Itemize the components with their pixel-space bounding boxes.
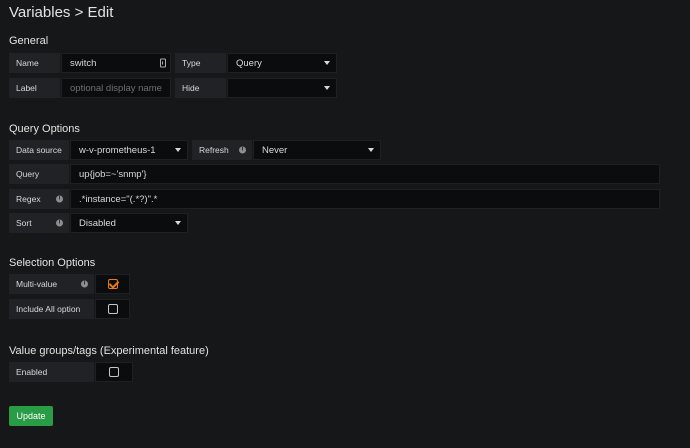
sort-label-text: Sort bbox=[16, 218, 32, 228]
sort-label: Sort i bbox=[9, 213, 69, 233]
name-input-value: switch bbox=[70, 57, 97, 69]
info-icon[interactable]: i bbox=[81, 280, 88, 288]
query-input[interactable]: up{job=~'snmp'} bbox=[70, 164, 660, 184]
type-label-text: Type bbox=[182, 58, 201, 68]
datasource-label-text: Data source bbox=[16, 145, 62, 155]
regex-label-text: Regex bbox=[16, 194, 41, 204]
caret-down-icon bbox=[175, 221, 181, 225]
hide-select[interactable] bbox=[227, 78, 337, 98]
update-button[interactable]: Update bbox=[9, 406, 53, 426]
type-select[interactable]: Query bbox=[227, 53, 337, 73]
page-title: Variables > Edit bbox=[9, 4, 114, 21]
keyboard-icon[interactable] bbox=[160, 58, 166, 68]
caret-down-icon bbox=[368, 148, 374, 152]
include-all-label-text: Include All option bbox=[16, 304, 81, 314]
enabled-checkbox-container[interactable] bbox=[95, 362, 133, 382]
name-label-text: Name bbox=[16, 58, 39, 68]
name-input[interactable]: switch bbox=[61, 53, 171, 73]
multi-value-label: Multi-value i bbox=[9, 274, 94, 294]
caret-down-icon bbox=[324, 86, 330, 90]
general-section-title: General bbox=[9, 35, 49, 47]
value-groups-section-title: Value groups/tags (Experimental feature) bbox=[9, 345, 209, 357]
query-label-text: Query bbox=[16, 169, 40, 179]
label-label: Label bbox=[9, 78, 60, 98]
enabled-checkbox[interactable] bbox=[109, 367, 119, 377]
sort-select-value: Disabled bbox=[79, 217, 116, 229]
type-select-value: Query bbox=[236, 57, 262, 69]
multi-value-checkbox[interactable] bbox=[107, 279, 118, 289]
include-all-checkbox[interactable] bbox=[107, 304, 118, 314]
datasource-label: Data source bbox=[9, 140, 69, 160]
enabled-label: Enabled bbox=[9, 362, 94, 382]
multi-value-label-text: Multi-value bbox=[16, 279, 58, 289]
label-label-text: Label bbox=[16, 83, 37, 93]
caret-down-icon bbox=[324, 61, 330, 65]
query-input-value: up{job=~'snmp'} bbox=[79, 168, 147, 180]
query-label: Query bbox=[9, 164, 69, 184]
refresh-select[interactable]: Never bbox=[253, 140, 381, 160]
enabled-label-text: Enabled bbox=[16, 367, 48, 377]
refresh-label-text: Refresh bbox=[199, 145, 229, 155]
regex-input-value: .*instance="(.*?)".* bbox=[79, 193, 158, 205]
info-icon[interactable]: i bbox=[239, 146, 246, 154]
multi-value-checkbox-container[interactable] bbox=[95, 274, 130, 294]
datasource-select[interactable]: w-v-prometheus-1 bbox=[70, 140, 188, 160]
hide-label: Hide bbox=[175, 78, 226, 98]
selection-options-section-title: Selection Options bbox=[9, 257, 96, 269]
info-icon[interactable]: i bbox=[56, 219, 63, 227]
label-input[interactable]: optional display name bbox=[61, 78, 171, 98]
refresh-label: Refresh i bbox=[192, 140, 252, 160]
type-label: Type bbox=[175, 53, 226, 73]
include-all-checkbox-container[interactable] bbox=[95, 299, 130, 319]
regex-label: Regex i bbox=[9, 189, 69, 209]
caret-down-icon bbox=[175, 148, 181, 152]
regex-input[interactable]: .*instance="(.*?)".* bbox=[70, 189, 660, 209]
name-label: Name bbox=[9, 53, 60, 73]
refresh-select-value: Never bbox=[262, 144, 288, 156]
hide-label-text: Hide bbox=[182, 83, 200, 93]
sort-select[interactable]: Disabled bbox=[70, 213, 188, 233]
query-options-section-title: Query Options bbox=[9, 123, 80, 135]
info-icon[interactable]: i bbox=[56, 195, 63, 203]
label-input-placeholder: optional display name bbox=[70, 82, 162, 94]
include-all-label: Include All option bbox=[9, 299, 94, 319]
datasource-select-value: w-v-prometheus-1 bbox=[79, 144, 156, 156]
